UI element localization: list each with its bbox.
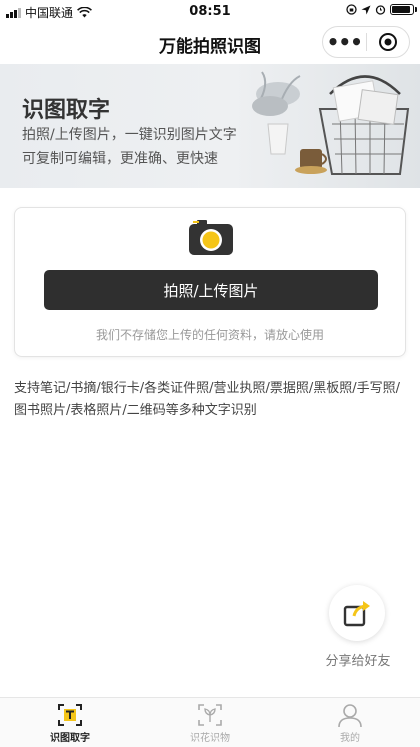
camera-icon[interactable] — [188, 218, 234, 256]
tab-bar: 识图取字 识花识物 我的 — [0, 697, 420, 747]
banner-illustration — [252, 71, 410, 175]
upload-photo-button[interactable]: 拍照/上传图片 — [44, 270, 378, 310]
feature-banner: 识图取字 拍照/上传图片，一键识别图片文字 可复制可编辑，更准确、更快速 — [0, 64, 420, 188]
banner-title: 识图取字 — [22, 98, 111, 123]
alarm-icon — [375, 5, 386, 15]
privacy-note: 我们不存储您上传的任何资料，请放心使用 — [95, 328, 324, 342]
supported-types-text: 支持笔记/书摘/银行卡/各类证件照/营业执照/票据照/黑板照/手写照/图书照片/… — [14, 381, 401, 418]
more-menu-button[interactable]: ••• — [323, 28, 366, 56]
tab-profile[interactable]: 我的 — [280, 698, 420, 747]
close-mini-program-button[interactable] — [367, 32, 410, 52]
upload-card: 拍照/上传图片 我们不存储您上传的任何资料，请放心使用 — [14, 207, 406, 357]
share-button[interactable] — [329, 585, 385, 641]
status-right — [346, 4, 417, 15]
location-icon — [361, 5, 371, 14]
banner-subtitle-line1: 拍照/上传图片，一键识别图片文字 — [22, 127, 237, 143]
tab-label: 识图取字 — [50, 733, 90, 744]
tab-label: 识花识物 — [190, 733, 230, 744]
orientation-lock-icon — [346, 4, 357, 15]
tab-text-recognition[interactable]: 识图取字 — [0, 698, 140, 747]
nav-bar: 万能拍照识图 ••• — [0, 22, 420, 64]
tab-flower-recognition[interactable]: 识花识物 — [140, 698, 280, 747]
status-bar: 中国联通 08:51 — [0, 0, 420, 22]
user-icon — [336, 702, 364, 728]
mini-program-capsule: ••• — [322, 26, 410, 58]
target-circle-icon — [378, 33, 397, 51]
flower-scan-icon — [196, 702, 224, 728]
tab-label: 我的 — [340, 733, 360, 744]
text-scan-icon — [56, 702, 84, 728]
share-label: 分享给好友 — [325, 654, 391, 669]
battery-level — [392, 6, 410, 13]
banner-subtitle-line2: 可复制可编辑，更准确、更快速 — [22, 151, 218, 167]
battery-icon — [390, 4, 417, 15]
share-icon — [343, 601, 370, 627]
